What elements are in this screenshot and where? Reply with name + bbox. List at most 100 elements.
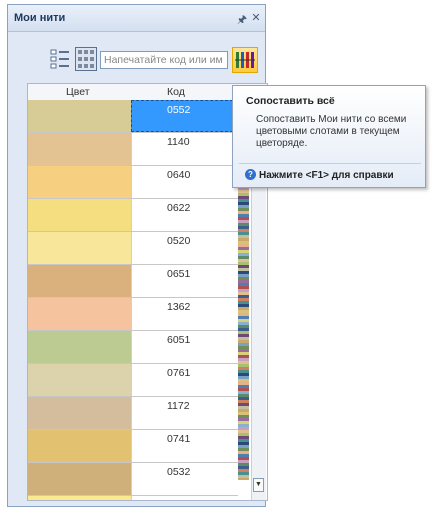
table-row[interactable]: 1140	[28, 133, 238, 166]
palette-strip-band	[238, 271, 249, 274]
palette-strip-band	[238, 328, 249, 331]
table-row[interactable]: 0761	[28, 364, 238, 397]
column-header-color[interactable]: Цвет	[66, 86, 90, 98]
scroll-down-arrow-icon[interactable]: ▼	[253, 478, 264, 492]
palette-strip-band	[238, 364, 249, 367]
thread-code: 0552	[167, 104, 191, 116]
palette-strip-band	[238, 376, 249, 379]
palette-strip-band	[238, 313, 249, 316]
table-row[interactable]: 0230	[28, 496, 238, 500]
thread-code-cell[interactable]: 1172	[131, 397, 238, 429]
palette-strip-band	[238, 223, 249, 226]
palette-strip-band	[238, 331, 249, 334]
palette-strip-band	[238, 208, 249, 211]
match-all-tooltip: Сопоставить всё Сопоставить Мои нити со …	[232, 85, 426, 188]
column-header-code[interactable]: Код	[167, 86, 185, 98]
palette-strip-band	[238, 466, 249, 469]
thread-color-swatch	[28, 364, 131, 396]
thread-code-cell[interactable]: 0651	[131, 265, 238, 297]
thread-code-cell[interactable]: 0761	[131, 364, 238, 396]
palette-strip-band	[238, 367, 249, 370]
palette-strip-band	[238, 373, 249, 376]
palette-strip-band	[238, 298, 249, 301]
palette-strip-band	[238, 436, 249, 439]
thread-search-input[interactable]	[100, 51, 228, 69]
palette-strip-band	[238, 415, 249, 418]
table-row[interactable]: 0520	[28, 232, 238, 265]
tooltip-title: Сопоставить всё	[246, 95, 335, 107]
match-all-button[interactable]	[232, 47, 258, 73]
palette-strip-band	[238, 295, 249, 298]
palette-strip-band	[238, 358, 249, 361]
table-row[interactable]: 1362	[28, 298, 238, 331]
palette-strip-band	[238, 418, 249, 421]
palette-strip-band	[238, 205, 249, 208]
palette-strip-band	[238, 412, 249, 415]
thread-code-cell[interactable]: 6051	[131, 331, 238, 363]
palette-strip-band	[238, 199, 249, 202]
thread-code-cell[interactable]: 0622	[131, 199, 238, 231]
palette-strip-band	[238, 460, 249, 463]
table-row[interactable]: 1172	[28, 397, 238, 430]
thread-code: 0651	[167, 268, 191, 280]
palette-strip-band	[238, 349, 249, 352]
thread-code: 1362	[167, 301, 191, 313]
thread-code-cell[interactable]: 0552	[131, 100, 238, 132]
palette-strip-band	[238, 379, 249, 382]
palette-strip-band	[238, 346, 249, 349]
close-icon[interactable]: ✕	[250, 11, 262, 24]
thread-color-swatch	[28, 331, 131, 363]
thread-code-cell[interactable]: 1140	[131, 133, 238, 165]
palette-strip-band	[238, 391, 249, 394]
list-view-icon[interactable]	[50, 48, 70, 70]
palette-strip-band	[238, 202, 249, 205]
table-row[interactable]: 0532	[28, 463, 238, 496]
palette-strip-band	[238, 388, 249, 391]
palette-strip-band	[238, 427, 249, 430]
palette-strip-band	[238, 382, 249, 385]
thread-grid-icon[interactable]	[75, 47, 97, 71]
thread-color-swatch	[28, 133, 131, 165]
palette-strip-band	[238, 265, 249, 268]
palette-strip-band	[238, 193, 249, 196]
tooltip-description: Сопоставить Мои нити со всеми цветовыми …	[256, 114, 407, 149]
pin-icon[interactable]: 🖈	[236, 11, 248, 30]
palette-strip-band	[238, 220, 249, 223]
palette-strip-band	[238, 439, 249, 442]
thread-code-cell[interactable]: 0230	[131, 496, 238, 500]
palette-strip-band	[238, 478, 249, 480]
thread-code-cell[interactable]: 0520	[131, 232, 238, 264]
tooltip-help-text: Нажмите <F1> для справки	[259, 170, 394, 181]
palette-strip-band	[238, 424, 249, 427]
thread-code-cell[interactable]: 0640	[131, 166, 238, 198]
thread-code: 0640	[167, 169, 191, 181]
thread-code-cell[interactable]: 0532	[131, 463, 238, 495]
table-row[interactable]: 0651	[28, 265, 238, 298]
palette-strip-band	[238, 289, 249, 292]
thread-code: 0520	[167, 235, 191, 247]
table-row[interactable]: 0640	[28, 166, 238, 199]
thread-code-cell[interactable]: 1362	[131, 298, 238, 330]
palette-strip-band	[238, 256, 249, 259]
thread-code: 0622	[167, 202, 191, 214]
table-row[interactable]: 0552	[28, 100, 238, 133]
palette-strip-band	[238, 235, 249, 238]
palette-strip-band	[238, 301, 249, 304]
table-row[interactable]: 0741	[28, 430, 238, 463]
palette-strip-band	[238, 190, 249, 193]
thread-color-swatch	[28, 430, 131, 462]
table-row[interactable]: 6051	[28, 331, 238, 364]
palette-strip-band	[238, 214, 249, 217]
palette-strip-band	[238, 421, 249, 424]
table-row[interactable]: 0622	[28, 199, 238, 232]
palette-strip-band	[238, 274, 249, 277]
palette-strip-band	[238, 469, 249, 472]
thread-code: 0230	[167, 499, 190, 500]
thread-color-swatch	[28, 496, 131, 500]
thread-code-cell[interactable]: 0741	[131, 430, 238, 462]
thread-color-swatch	[28, 100, 131, 132]
palette-strip-band	[238, 244, 249, 247]
palette-strip-band	[238, 445, 249, 448]
tooltip-separator	[239, 163, 421, 164]
thread-code: 6051	[167, 334, 191, 346]
